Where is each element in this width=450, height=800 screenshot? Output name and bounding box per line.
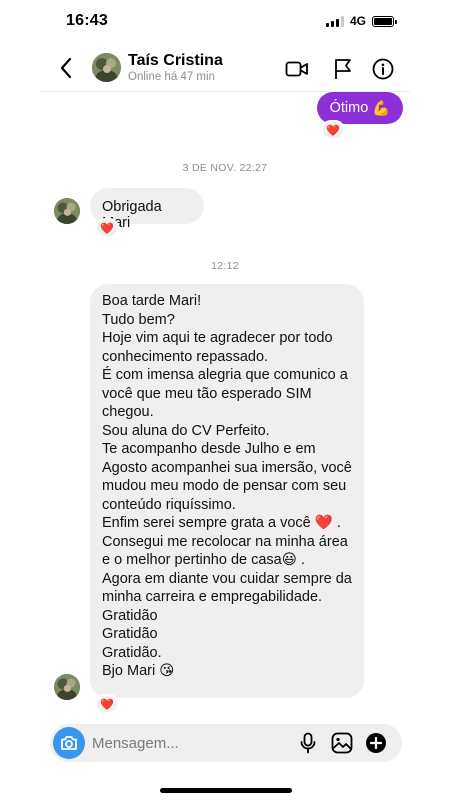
sender-avatar[interactable] [54,198,80,224]
video-call-icon [285,61,308,77]
heart-reaction[interactable]: ❤️ [95,694,119,714]
plus-icon [366,733,386,753]
message-line: Boa tarde Mari! [102,293,202,309]
incoming-message[interactable]: Boa tarde Mari! Tudo bem? Hoje vim aqui … [90,284,364,698]
message-line: e o melhor pertinho de casa😃 . [102,552,305,568]
sender-avatar[interactable] [54,674,80,700]
message-line: mudou meu modo de pensar com seu [102,478,347,494]
status-time: 16:43 [66,12,108,29]
status-indicators: 4G [325,14,397,28]
message-thread[interactable]: Ótimo 💪 ❤️ 3 DE NOV. 22:27 Obrigada Mari… [0,92,450,720]
message-line: Consegui me recolocar na minha área [102,533,348,550]
message-line: Sou aluna do CV Perfeito. [102,422,270,439]
voice-message-button[interactable] [296,731,320,755]
message-line: Hoje vim aqui te agradecer por todo [102,330,333,346]
message-composer [50,724,402,762]
contact-name[interactable]: Taís Cristina [128,52,223,70]
message-line: É com imensa alegria que comunico a [102,367,348,383]
heart-reaction[interactable]: ❤️ [95,218,119,238]
heart-icon: ❤️ [100,222,114,235]
home-indicator[interactable] [160,788,292,793]
heart-icon: ❤️ [326,124,340,137]
contact-status: Online há 47 min [128,71,215,83]
message-line: Enfim serei sempre grata a você ❤️ . [102,515,341,531]
flag-icon [335,59,351,79]
message-input[interactable] [92,730,292,756]
status-bar: 16:43 4G [0,0,450,44]
message-line: você que meu tão esperado SIM [102,385,312,402]
message-line: conteúdo riquíssimo. [102,496,236,513]
info-button[interactable] [370,56,396,82]
message-line: Gratidão [102,626,158,642]
signal-icon [325,15,344,27]
battery-icon [372,15,397,27]
camera-button[interactable] [53,727,85,759]
microphone-icon [300,732,316,754]
back-button[interactable] [54,54,78,82]
message-line: Bjo Mari 😘 [102,663,175,679]
message-line: chegou. [102,404,154,420]
gallery-icon [331,732,353,754]
message-line: Tudo bem? [102,311,175,328]
message-text: Ótimo [329,100,369,116]
chat-header: Taís Cristina Online há 47 min [40,46,410,92]
camera-icon [61,736,77,750]
message-line: conhecimento repassado. [102,348,269,365]
chevron-left-icon [60,57,72,79]
message-line: Agora em diante vou cuidar sempre da [102,570,352,587]
contact-avatar[interactable] [92,53,121,82]
add-button[interactable] [364,731,388,755]
gallery-button[interactable] [330,731,354,755]
info-icon [372,58,394,80]
network-label: 4G [349,14,366,28]
message-line: Gratidão. [102,644,162,661]
message-line: Agosto acompanhei sua imersão, você [102,459,352,476]
report-button[interactable] [330,56,356,82]
timestamp: 12:12 [211,260,239,272]
timestamp: 3 DE NOV. 22:27 [182,162,268,174]
message-line: minha carreira e empregabilidade. [102,589,323,605]
heart-reaction[interactable]: ❤️ [321,120,345,140]
message-line: Gratidão [102,607,158,624]
flexed-biceps-emoji: 💪 [372,100,391,117]
heart-icon: ❤️ [100,698,114,711]
message-line: Te acompanho desde Julho e em [102,441,316,457]
video-call-button[interactable] [284,56,310,82]
